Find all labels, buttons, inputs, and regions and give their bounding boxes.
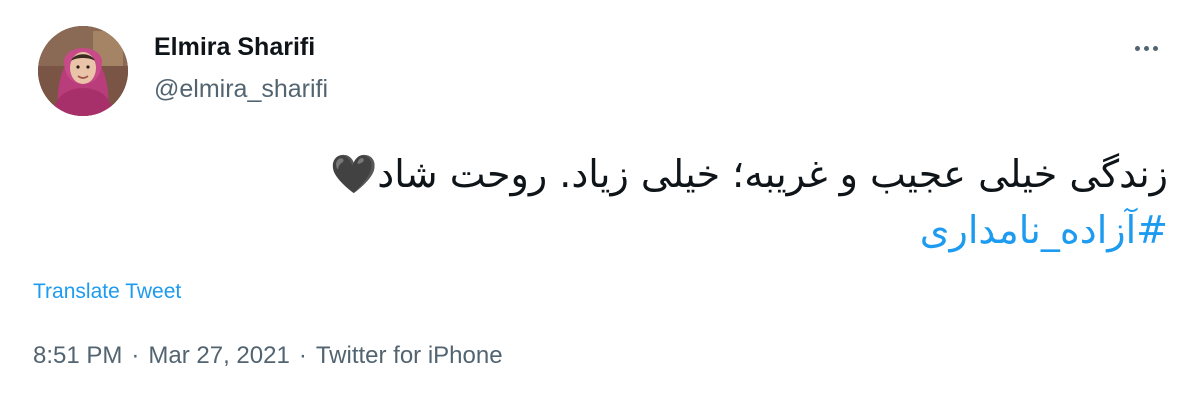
- avatar-image: [38, 26, 128, 116]
- author-display-name[interactable]: Elmira Sharifi: [154, 33, 315, 62]
- black-heart-icon: 🖤: [329, 152, 378, 196]
- tweet-time[interactable]: 8:51 PM: [33, 342, 122, 370]
- hashtag-link[interactable]: #آزاده_نامداری: [68, 202, 1168, 258]
- tweet-text-line: زندگی خیلی عجیب و غریبه؛ خیلی زیاد. روحت…: [68, 146, 1168, 202]
- more-horizontal-icon-dot: [1152, 45, 1158, 51]
- meta-separator: ·: [131, 342, 140, 369]
- author-handle[interactable]: @elmira_sharifi: [154, 75, 328, 104]
- tweet-metadata: 8:51 PM · Mar 27, 2021 · Twitter for iPh…: [33, 342, 503, 370]
- avatar[interactable]: [38, 26, 128, 116]
- more-horizontal-icon: [1134, 45, 1140, 51]
- more-horizontal-icon-dot: [1143, 45, 1149, 51]
- tweet-date[interactable]: Mar 27, 2021: [148, 342, 289, 370]
- meta-separator: ·: [298, 342, 307, 369]
- tweet-source[interactable]: Twitter for iPhone: [316, 342, 503, 370]
- tweet-body: زندگی خیلی عجیب و غریبه؛ خیلی زیاد. روحت…: [68, 146, 1168, 258]
- tweet-text: زندگی خیلی عجیب و غریبه؛ خیلی زیاد. روحت…: [377, 152, 1168, 196]
- more-options-button[interactable]: [1128, 36, 1164, 60]
- tweet-card: Elmira Sharifi @elmira_sharifi زندگی خیل…: [0, 0, 1200, 407]
- translate-tweet-link[interactable]: Translate Tweet: [33, 280, 181, 304]
